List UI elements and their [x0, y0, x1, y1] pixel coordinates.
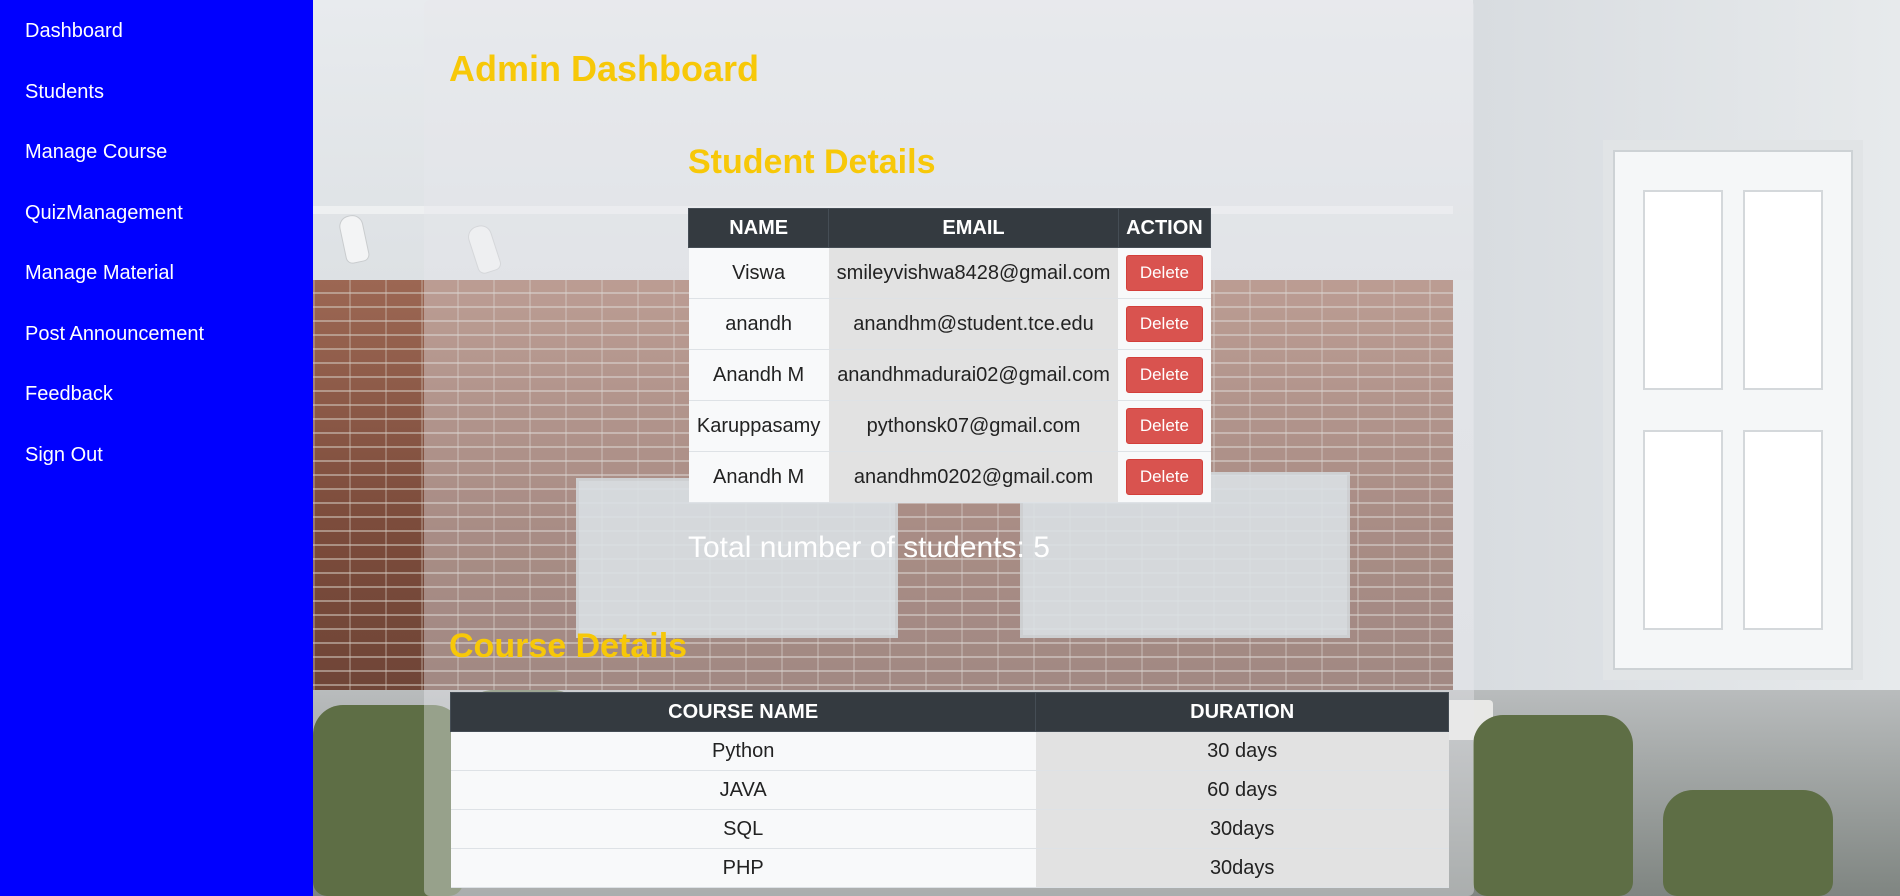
column-header-course-name: COURSE NAME [449, 692, 1037, 732]
total-students-count: Total number of students: 5 [688, 531, 1050, 564]
course-duration: 30 days [1035, 731, 1449, 771]
student-details-heading: Student Details [688, 143, 936, 181]
student-name: Viswa [688, 247, 829, 299]
delete-button[interactable]: Delete [1125, 459, 1203, 495]
sidebar: Dashboard Students Manage Course QuizMan… [0, 0, 313, 896]
column-header-action: ACTION [1117, 208, 1212, 248]
course-name: SQL [450, 809, 1036, 849]
table-row: Python 30 days [450, 731, 1449, 771]
sidebar-item-students[interactable]: Students [0, 81, 313, 142]
page-title: Admin Dashboard [449, 48, 760, 89]
sidebar-item-feedback[interactable]: Feedback [0, 383, 313, 444]
table-row: PHP 30days [450, 848, 1449, 888]
chair [1473, 715, 1633, 896]
table-row: Anandh M anandhm0202@gmail.com Delete [688, 451, 1211, 503]
course-duration: 30days [1035, 848, 1449, 888]
column-header-duration: DURATION [1035, 692, 1449, 732]
sidebar-item-sign-out[interactable]: Sign Out [0, 444, 313, 505]
delete-button[interactable]: Delete [1125, 306, 1203, 342]
students-table: NAME EMAIL ACTION Viswa smileyvishwa8428… [687, 208, 1212, 503]
student-email: anandhm@student.tce.edu [828, 298, 1119, 350]
sidebar-item-manage-material[interactable]: Manage Material [0, 262, 313, 323]
table-row: Viswa smileyvishwa8428@gmail.com Delete [688, 247, 1211, 299]
student-name: anandh [688, 298, 829, 350]
student-name: Anandh M [688, 349, 829, 401]
sidebar-item-post-announcement[interactable]: Post Announcement [0, 323, 313, 384]
window [1603, 140, 1863, 680]
course-details-heading: Course Details [449, 627, 688, 665]
course-duration: 60 days [1035, 770, 1449, 810]
table-row: anandh anandhm@student.tce.edu Delete [688, 298, 1211, 350]
table-header-row: COURSE NAME DURATION [449, 692, 1449, 732]
student-email: anandhm0202@gmail.com [828, 451, 1119, 503]
chair [1663, 790, 1833, 896]
delete-button[interactable]: Delete [1125, 408, 1203, 444]
sidebar-item-manage-course[interactable]: Manage Course [0, 141, 313, 202]
delete-button[interactable]: Delete [1125, 357, 1203, 393]
column-header-name: NAME [687, 208, 830, 248]
course-name: PHP [450, 848, 1036, 888]
student-email: pythonsk07@gmail.com [828, 400, 1119, 452]
table-row: JAVA 60 days [450, 770, 1449, 810]
table-row: SQL 30days [450, 809, 1449, 849]
delete-button[interactable]: Delete [1125, 255, 1203, 291]
course-name: Python [450, 731, 1036, 771]
student-name: Karuppasamy [688, 400, 829, 452]
courses-table: COURSE NAME DURATION Python 30 days JAVA… [449, 692, 1449, 888]
sidebar-item-quiz-management[interactable]: QuizManagement [0, 202, 313, 263]
column-header-email: EMAIL [828, 208, 1119, 248]
table-row: Anandh M anandhmadurai02@gmail.com Delet… [688, 349, 1211, 401]
table-header-row: NAME EMAIL ACTION [687, 208, 1212, 248]
student-name: Anandh M [688, 451, 829, 503]
course-name: JAVA [450, 770, 1036, 810]
sidebar-item-dashboard[interactable]: Dashboard [0, 20, 313, 81]
course-duration: 30days [1035, 809, 1449, 849]
student-email: smileyvishwa8428@gmail.com [828, 247, 1119, 299]
table-row: Karuppasamy pythonsk07@gmail.com Delete [688, 400, 1211, 452]
student-email: anandhmadurai02@gmail.com [828, 349, 1119, 401]
